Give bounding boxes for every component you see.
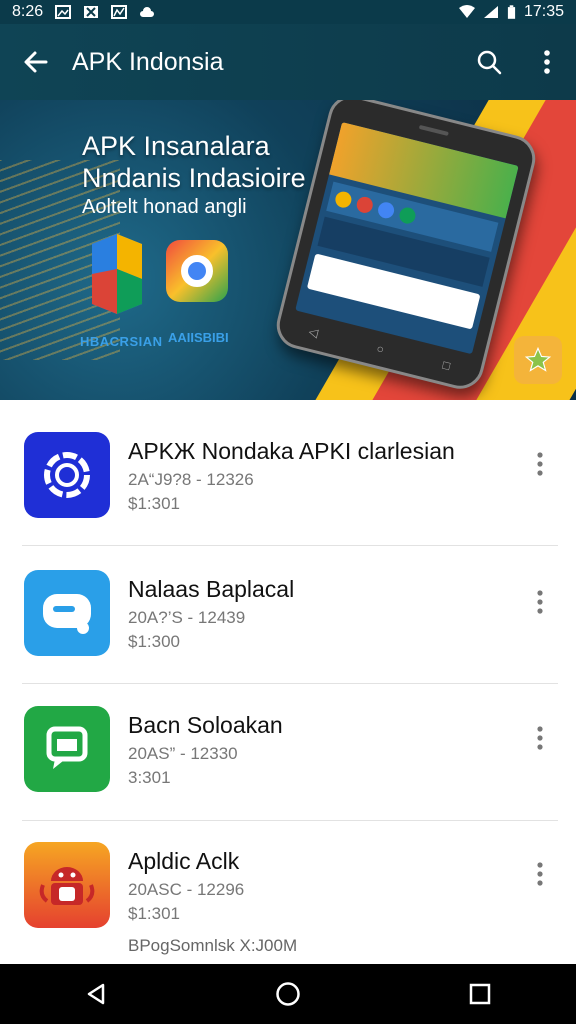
status-time-left: 8:26 [12,3,44,20]
app-icon [24,432,110,518]
triangle-back-icon [87,983,105,1005]
list-item[interactable]: Nalaas Baplacal 20А?’S - 12439 $1:300 [0,538,576,675]
search-icon [477,50,502,75]
system-nav-bar [0,964,576,1024]
star-badge [514,336,562,384]
item-overflow-button[interactable] [524,446,556,482]
banner-subheading: Aoltelt honad angli [82,196,247,218]
app-meta-date: 20АS” - 12330 [128,744,238,763]
back-button[interactable] [0,24,72,100]
app-name: Apldic Aclk [128,848,240,874]
chrome-app-icon [166,240,228,302]
nav-recents-button[interactable] [450,964,510,1024]
image-notification-icon [55,5,72,19]
list-item[interactable]: Apldic Aclk 20АSC - 12296 $1:301 [0,810,576,947]
arrow-left-icon [24,51,48,73]
more-vert-icon [537,862,543,886]
more-vert-icon [537,590,543,614]
promo-banner[interactable]: APK Insanalara Nndanis Indasioire Aoltel… [0,100,576,400]
app-bar: APK Indonsia [0,24,576,100]
nav-home-button[interactable] [258,964,318,1024]
status-time-right: 17:35 [523,3,564,20]
item-overflow-button[interactable] [524,584,556,620]
chat-bubble-icon [43,594,91,634]
gear-circle-icon [44,452,90,498]
message-square-icon [46,726,88,769]
banner-app-label-1: HBACRSIAN [80,334,163,349]
list-item[interactable]: APKЖ Nondaka APKI clarlesian 2А“J9?8 - 1… [0,400,576,537]
android-robot-icon [39,867,95,905]
item-overflow-button[interactable] [524,856,556,892]
square-recents-icon [469,983,491,1005]
app-icon [24,570,110,656]
banner-heading-line2: Nndanis Indasioire [82,163,306,193]
circle-home-icon [276,982,300,1006]
star-icon [524,346,552,372]
chart-notification-icon [111,5,128,19]
app-meta-date: 20А?’S - 12439 [128,608,246,627]
signal-icon [483,6,498,18]
list-item[interactable]: Bacn Soloakan 20АS” - 12330 3:301 [0,674,576,811]
page-title: APK Indonsia [72,47,224,76]
wifi-icon [458,5,475,18]
app-meta-price: $1:301 [128,904,180,923]
banner-heading-line1: APK Insanalara [82,131,270,161]
app-meta-price: 3:301 [128,768,171,787]
app-meta-date: 20АSC - 12296 [128,880,245,899]
app-list: APKЖ Nondaka APKI clarlesian 2А“J9?8 - 1… [0,400,576,964]
search-button[interactable] [460,24,518,100]
app-name: Bacn Soloakan [128,712,283,738]
app-name: APKЖ Nondaka APKI clarlesian [128,438,455,464]
app-name: Nalaas Baplacal [128,576,295,602]
overflow-menu-button[interactable] [518,24,576,100]
more-vert-icon [537,452,543,476]
nav-back-button[interactable] [66,964,126,1024]
app-notification-icon [84,6,99,18]
app-meta-price: $1:301 [128,494,180,513]
app-meta-price: $1:300 [128,632,180,651]
cloud-notification-icon [140,7,155,17]
battery-icon [507,4,516,19]
more-vert-icon [544,50,550,74]
app-icon [24,706,110,792]
app-icon [24,842,110,928]
banner-app-label-2: AAIISBIBI [168,330,229,345]
item-overflow-button[interactable] [524,720,556,756]
banner-heading: APK Insanalara Nndanis Indasioire [82,130,306,194]
maps-app-icon [92,234,142,314]
app-meta-date: 2А“J9?8 - 12326 [128,470,254,489]
list-footnote: BPogSomnlsk X:J00M [128,936,298,955]
status-bar: 8:26 17:35 [0,0,576,24]
more-vert-icon [537,726,543,750]
